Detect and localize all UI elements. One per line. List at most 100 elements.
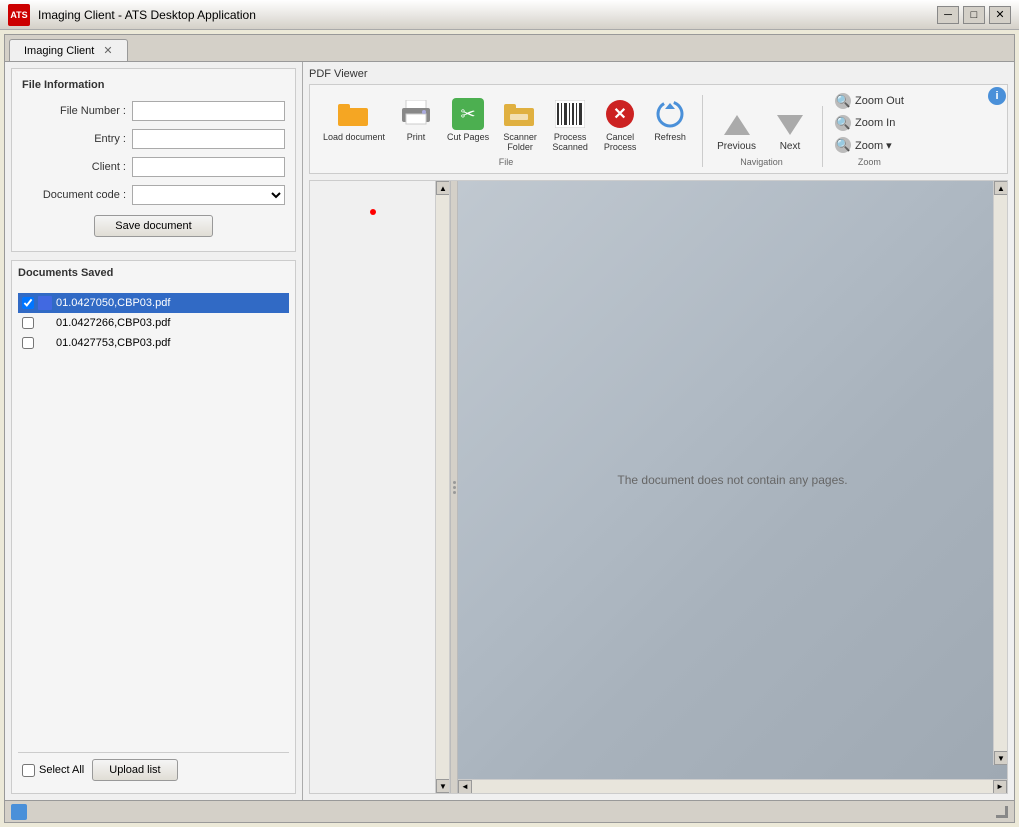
doc-icon-0 — [38, 296, 52, 310]
cancel-process-label: CancelProcess — [604, 132, 637, 152]
entry-input[interactable] — [132, 129, 285, 149]
print-button[interactable]: Print — [392, 95, 440, 155]
tab-close-icon[interactable]: ✕ — [103, 45, 112, 57]
bottom-bar: Select All Upload list — [18, 752, 289, 787]
doc-name-1: 01.0427266,CBP03.pdf — [56, 317, 170, 329]
scissors-icon: ✂ — [452, 98, 484, 130]
print-label: Print — [407, 132, 426, 142]
pdf-scroll-down[interactable]: ▼ — [994, 751, 1007, 765]
process-scanned-label: ProcessScanned — [552, 132, 588, 152]
zoom-label: Zoom ▾ — [855, 139, 892, 152]
select-all-text: Select All — [39, 764, 84, 776]
toolbar-zoom-group: 🔍 Zoom Out 🔍 Zoom In 🔍 Zoom ▾ — [829, 91, 918, 167]
process-scanned-button[interactable]: ProcessScanned — [546, 95, 594, 155]
zoom-out-icon: 🔍 — [835, 93, 851, 109]
cancel-icon: ✕ — [604, 98, 636, 130]
previous-label: Previous — [717, 141, 756, 152]
file-number-input[interactable] — [132, 101, 285, 121]
title-bar-left: ATS Imaging Client - ATS Desktop Applica… — [8, 4, 256, 26]
arrow-up-icon — [721, 109, 753, 141]
document-list: 01.0427050,CBP03.pdf 01.0427266,CBP03.pd… — [18, 293, 289, 752]
hscroll-left[interactable]: ◄ — [458, 780, 472, 794]
thumb-scroll-track — [436, 195, 449, 779]
client-input[interactable] — [132, 157, 285, 177]
pdf-scroll-track — [994, 195, 1007, 751]
zoom-out-button[interactable]: 🔍 Zoom Out — [829, 91, 910, 111]
pdf-scroll-up[interactable]: ▲ — [994, 181, 1007, 195]
doc-name-2: 01.0427753,CBP03.pdf — [56, 337, 170, 349]
cancel-process-button[interactable]: ✕ CancelProcess — [596, 95, 644, 155]
splitter-dot — [453, 486, 456, 489]
doc-checkbox-0[interactable] — [22, 297, 34, 309]
content-area: File Information File Number : Entry : C… — [5, 62, 1014, 800]
refresh-button[interactable]: Refresh — [646, 95, 694, 155]
thumb-scroll-up[interactable]: ▲ — [436, 181, 450, 195]
select-all-checkbox[interactable] — [22, 764, 35, 777]
right-panel: PDF Viewer L — [303, 62, 1014, 800]
file-information-section: File Information File Number : Entry : C… — [11, 68, 296, 252]
file-number-label: File Number : — [22, 105, 132, 117]
scanner-folder-icon — [504, 98, 536, 130]
select-all-label[interactable]: Select All — [22, 764, 84, 777]
list-item[interactable]: 01.0427753,CBP03.pdf — [18, 333, 289, 353]
upload-list-button[interactable]: Upload list — [92, 759, 177, 781]
doc-code-row: Document code : — [22, 185, 285, 205]
thumbnail-content — [318, 209, 427, 215]
splitter-handle — [453, 481, 456, 494]
file-info-title: File Information — [22, 79, 285, 91]
app-logo: ATS — [8, 4, 30, 26]
refresh-icon — [654, 98, 686, 130]
close-button[interactable]: ✕ — [989, 6, 1011, 24]
svg-text:✂: ✂ — [461, 104, 476, 124]
splitter-dot — [453, 481, 456, 484]
doc-checkbox-1[interactable] — [22, 317, 34, 329]
pdf-area: ▲ ▼ — [309, 180, 1008, 794]
navigation-group-buttons: Previous Next — [709, 106, 814, 155]
pdf-main-container: The document does not contain any pages.… — [458, 181, 1007, 793]
toolbar-file-group: Load document — [318, 95, 703, 167]
zoom-out-label: Zoom Out — [855, 95, 904, 107]
scanner-folder-button[interactable]: ScannerFolder — [496, 95, 544, 155]
window-controls: ─ □ ✕ — [937, 6, 1011, 24]
zoom-in-icon: 🔍 — [835, 115, 851, 131]
hscroll-right[interactable]: ► — [993, 780, 1007, 794]
next-button[interactable]: Next — [766, 106, 814, 155]
resize-handle[interactable] — [996, 806, 1008, 818]
zoom-icon: 🔍 — [835, 137, 851, 153]
thumbnail-scroll: ▲ ▼ — [435, 181, 449, 793]
pdf-viewer-title: PDF Viewer — [309, 68, 1008, 80]
documents-saved-section: Documents Saved 01.0427050,CBP03.pdf 01.… — [11, 260, 296, 794]
previous-button[interactable]: Previous — [709, 106, 764, 155]
tab-imaging-client[interactable]: Imaging Client ✕ — [9, 39, 128, 61]
load-document-button[interactable]: Load document — [318, 95, 390, 155]
minimize-button[interactable]: ─ — [937, 6, 959, 24]
tab-bar: Imaging Client ✕ — [5, 35, 1014, 62]
file-group-buttons: Load document — [318, 95, 694, 155]
zoom-in-label: Zoom In — [855, 117, 895, 129]
zoom-button[interactable]: 🔍 Zoom ▾ — [829, 135, 910, 155]
next-label: Next — [780, 141, 801, 152]
cut-pages-button[interactable]: ✂ Cut Pages — [442, 95, 494, 155]
list-item[interactable]: 01.0427266,CBP03.pdf — [18, 313, 289, 333]
doc-checkbox-2[interactable] — [22, 337, 34, 349]
file-number-row: File Number : — [22, 101, 285, 121]
thumb-scroll-down[interactable]: ▼ — [436, 779, 450, 793]
pdf-thumbnails: ▲ ▼ — [310, 181, 450, 793]
hscroll-track — [472, 780, 993, 794]
save-document-button[interactable]: Save document — [94, 215, 212, 237]
file-group-label: File — [499, 157, 514, 167]
info-button[interactable]: i — [988, 87, 1006, 105]
pdf-toolbar: Load document — [309, 84, 1008, 174]
panel-splitter[interactable] — [450, 181, 458, 793]
thumbnail-dot — [370, 209, 376, 215]
zoom-group-label: Zoom — [858, 157, 881, 167]
doc-icon-2 — [38, 336, 52, 350]
client-row: Client : — [22, 157, 285, 177]
doc-icon-1 — [38, 316, 52, 330]
maximize-button[interactable]: □ — [963, 6, 985, 24]
list-item[interactable]: 01.0427050,CBP03.pdf — [18, 293, 289, 313]
doc-code-select[interactable] — [132, 185, 285, 205]
svg-text:✕: ✕ — [613, 106, 626, 123]
zoom-group-buttons: 🔍 Zoom Out 🔍 Zoom In 🔍 Zoom ▾ — [829, 91, 910, 155]
zoom-in-button[interactable]: 🔍 Zoom In — [829, 113, 910, 133]
